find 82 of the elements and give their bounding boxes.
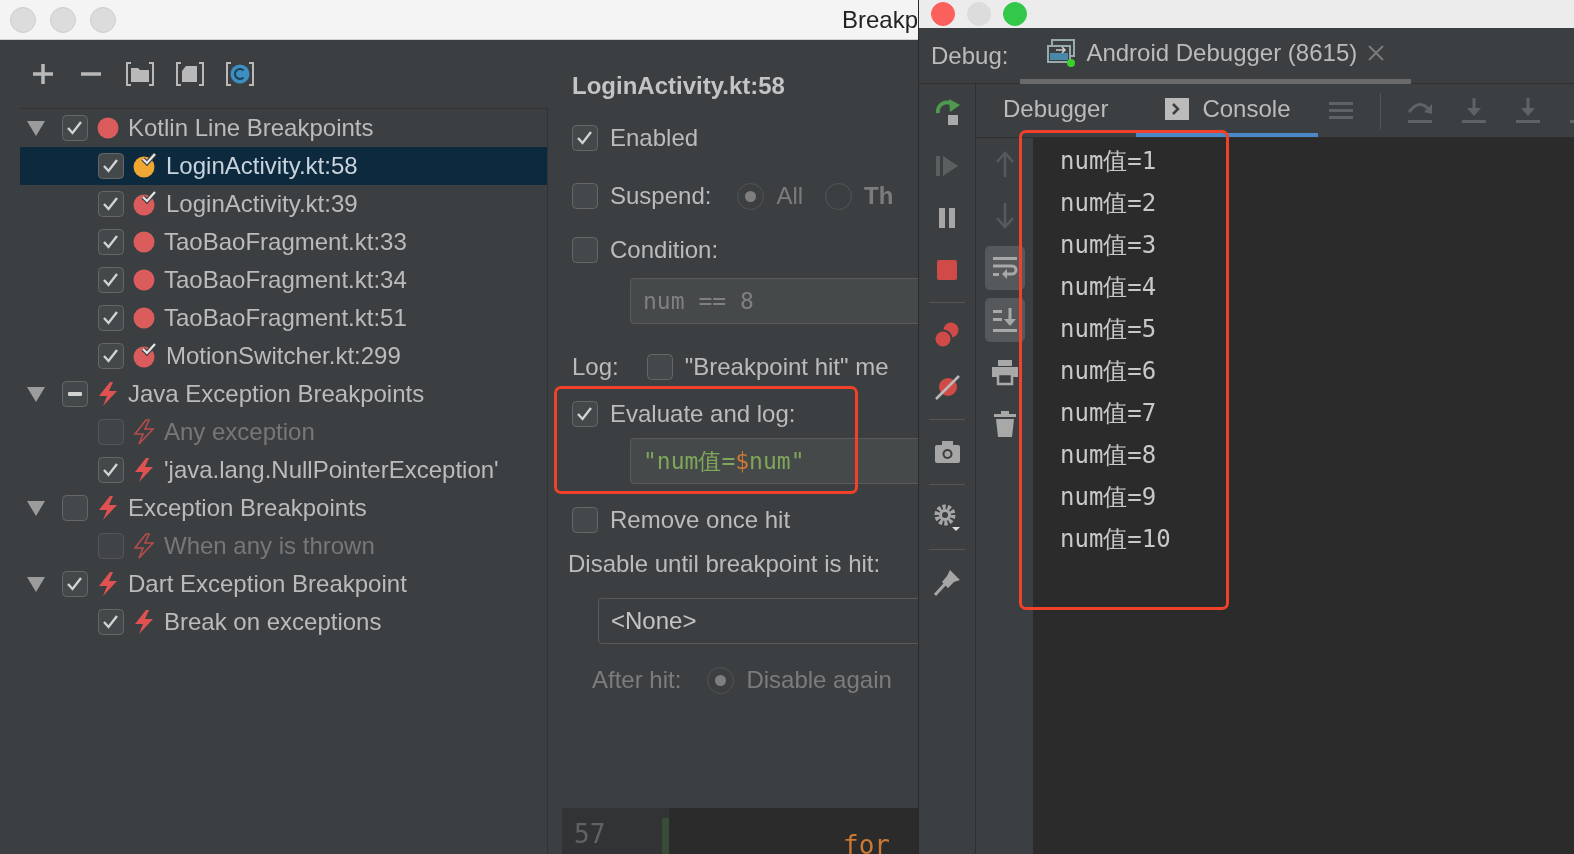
lightning-icon (132, 609, 156, 635)
settings-icon[interactable] (932, 502, 962, 532)
checkbox-label: Remove once hit (610, 505, 791, 535)
tree-item[interactable]: LoginActivity.kt:39 (20, 185, 547, 223)
console-line: num值=2 (1060, 188, 1157, 219)
tree-item[interactable]: LoginActivity.kt:58 (20, 147, 547, 185)
printer-icon[interactable] (989, 357, 1020, 387)
log-label: Log: (572, 352, 619, 382)
expand-arrow-icon[interactable] (26, 498, 46, 518)
tab[interactable]: Debugger (976, 84, 1137, 137)
tree-item[interactable]: MotionSwitcher.kt:299 (20, 337, 547, 375)
tab-label: Android Debugger (8615) (1086, 38, 1358, 68)
console-line: num值=3 (1060, 230, 1157, 261)
checkbox[interactable] (572, 401, 598, 427)
pin-icon[interactable] (932, 567, 962, 597)
checkbox[interactable] (98, 229, 124, 255)
debug-label: Debug: (930, 40, 1009, 71)
tree-group-row[interactable]: Dart Exception Breakpoint (20, 565, 547, 603)
checkbox[interactable] (572, 237, 598, 263)
expression-field[interactable]: "num值=$num" (630, 438, 918, 484)
console-line: num值=9 (1060, 482, 1157, 513)
expand-arrow-icon[interactable] (26, 574, 46, 594)
tree-group-row[interactable]: Exception Breakpoints (20, 489, 547, 527)
checkbox[interactable] (62, 571, 88, 597)
tree-item[interactable]: 'java.lang.NullPointerException' (20, 451, 547, 489)
checkbox[interactable] (98, 343, 124, 369)
checkbox[interactable] (98, 267, 124, 293)
lightning-icon (96, 495, 120, 521)
checkbox[interactable] (62, 381, 88, 407)
tree-item[interactable]: TaoBaoFragment.kt:33 (20, 223, 547, 261)
code-text: for (843, 832, 890, 854)
console-line: num值=6 (1060, 356, 1157, 387)
checkbox[interactable] (98, 305, 124, 331)
checkbox[interactable] (572, 125, 598, 151)
session-tab[interactable]: Android Debugger (8615) (1020, 27, 1412, 84)
checkbox[interactable] (98, 609, 124, 635)
details-title: LoginActivity.kt:58 (572, 70, 786, 101)
expand-arrow-icon[interactable] (26, 384, 46, 404)
radio-label: Disable again (746, 665, 892, 695)
checkbox[interactable] (98, 191, 124, 217)
change-marker (662, 818, 669, 854)
radio-label: Th (864, 181, 894, 211)
checkbox[interactable] (62, 495, 88, 521)
close-icon[interactable] (1367, 44, 1386, 62)
tree-item[interactable]: Break on exceptions (20, 603, 547, 641)
checkbox[interactable] (572, 507, 598, 533)
lightning-icon (132, 457, 156, 483)
lightning-icon (96, 381, 120, 407)
tree-item[interactable]: TaoBaoFragment.kt:34 (20, 261, 547, 299)
checkbox[interactable] (62, 115, 88, 141)
debugger-icon (1046, 38, 1077, 68)
radio-label: All (776, 181, 804, 211)
console-line: num值=5 (1060, 314, 1157, 345)
console-line: num值=1 (1060, 146, 1157, 177)
checkbox[interactable] (572, 183, 598, 209)
lightning-icon (96, 571, 120, 597)
after-hit-label: After hit: (592, 665, 682, 695)
tree-group-row[interactable]: Java Exception Breakpoints (20, 375, 547, 413)
checkbox-label: Evaluate and log: (610, 399, 796, 429)
expand-arrow-icon[interactable] (26, 118, 46, 138)
checkbox-label: Suspend: (610, 181, 712, 211)
breakpoint-dropdown[interactable]: <None> (598, 598, 918, 644)
tree-item[interactable]: TaoBaoFragment.kt:51 (20, 299, 547, 337)
checkbox-label: Condition: (610, 235, 719, 265)
checkbox-label: "Breakpoint hit" me (684, 352, 889, 382)
checkbox[interactable] (98, 457, 124, 483)
window-title: Breakp (841, 4, 918, 35)
tree-group-row[interactable]: Kotlin Line Breakpoints (20, 109, 547, 147)
console-line: num值=8 (1060, 440, 1157, 471)
checkbox-label: Enabled (610, 123, 699, 153)
console-line: num值=7 (1060, 398, 1157, 429)
checkbox[interactable] (98, 153, 124, 179)
checkbox[interactable] (646, 354, 673, 380)
add-icon[interactable] (30, 61, 56, 87)
console-line: num值=4 (1060, 272, 1157, 303)
file-icon[interactable] (176, 60, 204, 88)
window-control[interactable] (931, 2, 955, 26)
disable-until-label: Disable until breakpoint is hit: (568, 549, 882, 579)
folder-icon[interactable] (126, 60, 154, 88)
console-icon (1164, 96, 1191, 121)
class-icon[interactable] (226, 60, 254, 88)
console-line: num值=10 (1060, 524, 1171, 555)
